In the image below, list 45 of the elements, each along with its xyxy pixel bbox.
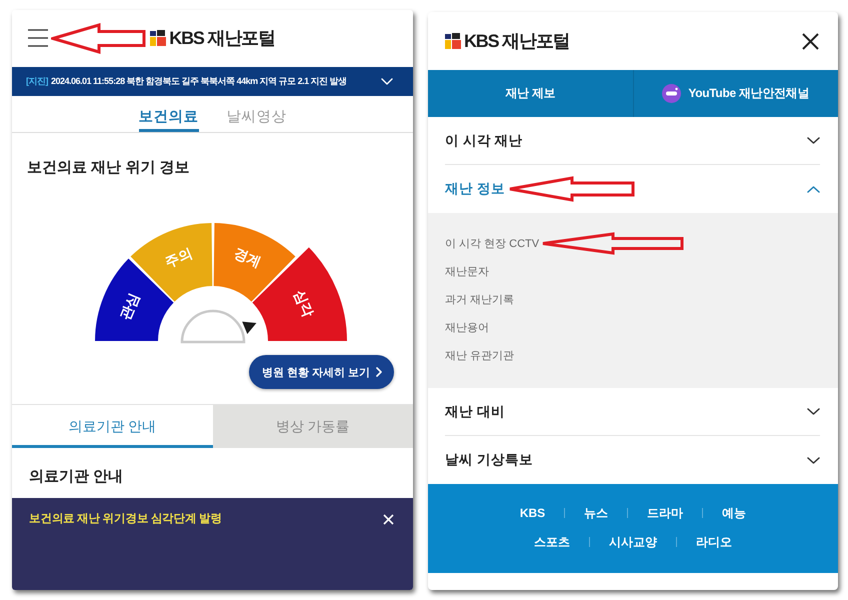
chevron-down-icon[interactable] [807,408,820,415]
submenu-item[interactable]: 이 시각 현장 CCTV [445,236,540,250]
detail-button[interactable]: 병원 현황 자세히 보기 [248,355,394,389]
footer-link[interactable]: 스포츠 [534,534,570,550]
logo-icon [150,30,166,46]
menu-item[interactable]: 재난 대비 [445,402,505,420]
menu-item[interactable]: 날씨 기상특보 [445,451,533,469]
submenu-item[interactable]: 재난용어 [445,320,489,334]
gauge-label: 경계 [231,244,264,270]
menu-item[interactable]: 이 시각 재난 [445,132,523,150]
submenu-item[interactable]: 과거 재난기록 [445,292,514,306]
tab[interactable]: 날씨영상 [226,96,286,132]
logo-icon [445,33,461,49]
footer-link[interactable]: KBS [520,506,546,520]
close-icon[interactable] [802,32,819,50]
footer-link[interactable]: 시사교양 [609,534,657,550]
ticker-text[interactable]: 2024.06.01 11:55:28 북한 함경북도 길주 북북서쪽 44km 지역 규모 2.1 지진 발생 [51,75,347,88]
footer-link[interactable]: 라디오 [696,534,732,550]
tab[interactable]: 보건의료 [138,96,198,132]
submenu-item[interactable]: 재난문자 [445,264,489,278]
gauge-label: 심각 [290,287,316,320]
chevron-up-icon[interactable] [807,186,820,192]
quick-link[interactable]: 재난 제보 [428,70,632,117]
menu-icon[interactable] [28,29,48,47]
tab[interactable]: 병상 가동률 [212,405,413,448]
channel-logo-icon [662,84,682,103]
chevron-down-icon[interactable] [807,137,820,144]
submenu-item[interactable]: 재난 유관기관 [445,348,514,362]
section-title: 의료기관 안내 [29,468,124,486]
tab[interactable]: 의료기관 안내 [12,405,212,448]
logo-text[interactable]: KBS 재난포털 [464,30,570,52]
notice-text: 보건의료 재난 위기경보 심각단계 발령 [29,512,222,526]
logo-text[interactable]: KBS 재난포털 [169,27,275,49]
footer-link[interactable]: 뉴스 [584,504,608,522]
gauge-label: 관심 [116,290,142,322]
chevron-down-icon[interactable] [807,456,820,464]
chevron-right-icon [376,367,382,377]
footer-link[interactable]: 드라마 [647,504,684,522]
ticker-tag: [지진] [26,75,48,88]
quick-link[interactable]: YouTube 재난안전채널 [632,70,838,117]
footer-link[interactable]: 예능 [722,504,746,522]
section-title: 보건의료 재난 위기 경보 [27,159,190,176]
menu-item[interactable]: 재난 정보 [445,180,505,198]
gauge-label: 주의 [162,244,194,270]
gauge-hub [180,310,245,344]
